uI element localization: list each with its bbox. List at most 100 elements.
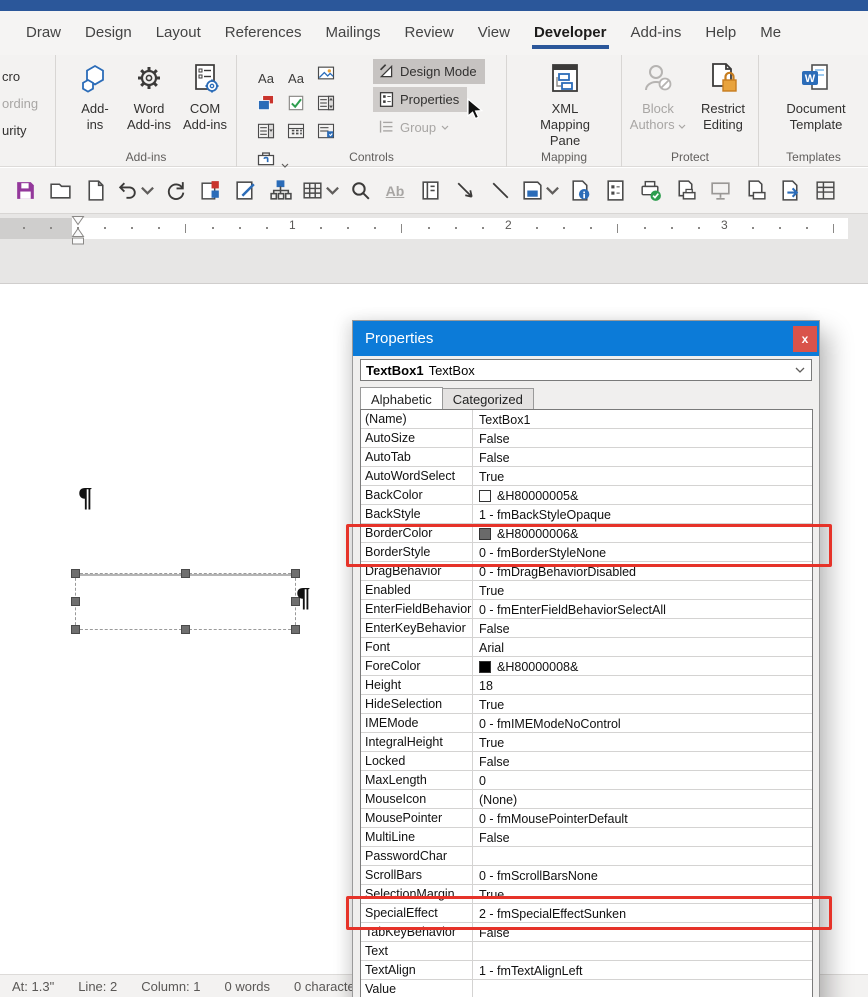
property-row-name[interactable]: (Name) TextBox1 [361, 410, 812, 429]
tab-developer[interactable]: Developer [522, 14, 619, 53]
table-button[interactable] [300, 176, 340, 206]
tab-mailings[interactable]: Mailings [313, 14, 392, 53]
property-value[interactable]: 0 - fmMousePointerDefault [473, 809, 812, 827]
property-row-height[interactable]: Height 18 [361, 676, 812, 695]
tab-add-ins[interactable]: Add-ins [619, 14, 694, 53]
property-value[interactable]: 0 [473, 771, 812, 789]
redo-button[interactable] [160, 176, 190, 206]
undo-button[interactable] [115, 176, 155, 206]
property-row-mouseicon[interactable]: MouseIcon (None) [361, 790, 812, 809]
property-name[interactable]: AutoTab [361, 448, 473, 466]
property-value[interactable]: (None) [473, 790, 812, 808]
property-value[interactable]: False [473, 828, 812, 846]
notebook-button[interactable] [415, 176, 445, 206]
status-item[interactable]: 0 words [225, 979, 271, 994]
property-name[interactable]: EnterFieldBehavior [361, 600, 473, 618]
restrict-editing-button[interactable]: Restrict Editing [692, 59, 754, 133]
open-folder-button[interactable] [45, 176, 75, 206]
dropdown-list-icon[interactable] [254, 119, 278, 142]
resize-handle-w[interactable] [71, 597, 80, 606]
property-name[interactable]: Value [361, 980, 473, 997]
property-value[interactable] [473, 980, 812, 997]
property-row-textalign[interactable]: TextAlign 1 - fmTextAlignLeft [361, 961, 812, 980]
resize-handle-ne[interactable] [291, 569, 300, 578]
property-row-autotab[interactable]: AutoTab False [361, 448, 812, 467]
tab-view[interactable]: View [466, 14, 522, 53]
property-row-backcolor[interactable]: BackColor &H80000005& [361, 486, 812, 505]
property-value[interactable]: False [473, 448, 812, 466]
export-button[interactable] [775, 176, 805, 206]
property-value[interactable]: True [473, 695, 812, 713]
document-template-button[interactable]: W Document Template [781, 59, 851, 133]
print-doc-button[interactable] [670, 176, 700, 206]
property-value[interactable] [473, 942, 812, 960]
property-name[interactable]: ForeColor [361, 657, 473, 675]
tab-alphabetic[interactable]: Alphabetic [360, 387, 443, 409]
property-value[interactable]: True [473, 467, 812, 485]
property-name[interactable]: Locked [361, 752, 473, 770]
property-value[interactable]: 0 - fmEnterFieldBehaviorSelectAll [473, 600, 812, 618]
com-add-ins-button[interactable]: COM Add-ins [174, 59, 236, 133]
tab-draw[interactable]: Draw [14, 14, 73, 53]
property-value[interactable]: &H80000008& [473, 657, 812, 675]
status-item[interactable]: Line: 2 [78, 979, 117, 994]
property-row-hideselection[interactable]: HideSelection True [361, 695, 812, 714]
property-name[interactable]: AutoSize [361, 429, 473, 447]
property-value[interactable]: False [473, 752, 812, 770]
property-name[interactable]: MultiLine [361, 828, 473, 846]
properties-small-button[interactable] [600, 176, 630, 206]
property-name[interactable]: MaxLength [361, 771, 473, 789]
property-name[interactable]: IMEMode [361, 714, 473, 732]
property-value[interactable]: Arial [473, 638, 812, 656]
property-value[interactable]: False [473, 429, 812, 447]
xml-mapping-pane-button[interactable]: XML Mapping Pane [529, 59, 601, 149]
tab-layout[interactable]: Layout [144, 14, 213, 53]
property-value[interactable]: TextBox1 [473, 410, 812, 428]
datasheet-button[interactable] [810, 176, 840, 206]
textbox-control[interactable] [71, 569, 300, 634]
property-name[interactable]: BackStyle [361, 505, 473, 523]
property-name[interactable]: BackColor [361, 486, 473, 504]
property-name[interactable]: AutoWordSelect [361, 467, 473, 485]
property-value[interactable]: 1 - fmBackStyleOpaque [473, 505, 812, 523]
combo-box-icon[interactable] [314, 92, 338, 115]
property-row-forecolor[interactable]: ForeColor &H80000008& [361, 657, 812, 676]
print-doc2-button[interactable] [740, 176, 770, 206]
checkbox-icon[interactable] [284, 92, 308, 115]
tab-review[interactable]: Review [393, 14, 466, 53]
property-value[interactable]: 18 [473, 676, 812, 694]
property-row-backstyle[interactable]: BackStyle 1 - fmBackStyleOpaque [361, 505, 812, 524]
search-button[interactable] [345, 176, 375, 206]
picture-icon[interactable] [314, 61, 338, 84]
rich-text-icon[interactable]: Aa [254, 67, 278, 90]
property-name[interactable]: Enabled [361, 581, 473, 599]
tab-me[interactable]: Me [748, 14, 793, 53]
property-name[interactable]: ScrollBars [361, 866, 473, 884]
property-name[interactable]: (Name) [361, 410, 473, 428]
properties-button[interactable]: Properties [373, 87, 468, 112]
building-blocks-icon[interactable] [254, 92, 278, 115]
property-value[interactable] [473, 847, 812, 865]
property-name[interactable]: PasswordChar [361, 847, 473, 865]
property-row-mousepointer[interactable]: MousePointer 0 - fmMousePointerDefault [361, 809, 812, 828]
property-name[interactable]: TextAlign [361, 961, 473, 979]
resize-handle-nw[interactable] [71, 569, 80, 578]
property-value[interactable]: 0 - fmScrollBarsNone [473, 866, 812, 884]
date-picker-icon[interactable] [284, 119, 308, 142]
property-row-imemode[interactable]: IMEMode 0 - fmIMEModeNoControl [361, 714, 812, 733]
save-as-button[interactable] [520, 176, 560, 206]
property-value[interactable]: 0 - fmIMEModeNoControl [473, 714, 812, 732]
property-value[interactable]: &H80000005& [473, 486, 812, 504]
resize-handle-se[interactable] [291, 625, 300, 634]
tab-design[interactable]: Design [73, 14, 144, 53]
document-info-button[interactable] [565, 176, 595, 206]
property-value[interactable]: True [473, 581, 812, 599]
resize-handle-s[interactable] [181, 625, 190, 634]
insert-object-button[interactable] [195, 176, 225, 206]
status-item[interactable]: At: 1.3" [12, 979, 54, 994]
design-mode-button[interactable]: Design Mode [373, 59, 485, 84]
word-add-ins-button[interactable]: Word Add-ins [118, 59, 180, 133]
property-row-integralheight[interactable]: IntegralHeight True [361, 733, 812, 752]
property-row-font[interactable]: Font Arial [361, 638, 812, 657]
close-button[interactable]: x [793, 326, 817, 352]
